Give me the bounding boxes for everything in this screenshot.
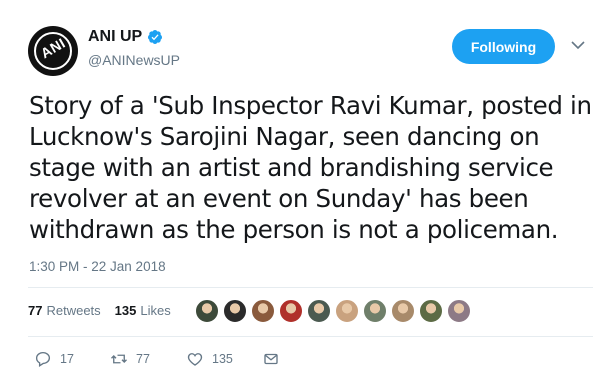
liker-avatar[interactable] bbox=[279, 299, 303, 323]
liker-avatars bbox=[195, 299, 475, 323]
heart-icon bbox=[187, 353, 203, 366]
handle[interactable]: @ANINewsUP bbox=[88, 52, 180, 68]
retweet-count: 77 bbox=[136, 352, 150, 366]
direct-message-button[interactable] bbox=[262, 350, 288, 368]
liker-avatar[interactable] bbox=[307, 299, 331, 323]
envelope-icon bbox=[264, 353, 278, 365]
liker-avatar[interactable] bbox=[447, 299, 471, 323]
retweets-label[interactable]: Retweets bbox=[46, 303, 100, 318]
liker-avatar[interactable] bbox=[223, 299, 247, 323]
reply-button[interactable]: 17 bbox=[34, 350, 84, 368]
timestamp[interactable]: 1:30 PM - 22 Jan 2018 bbox=[29, 259, 166, 274]
following-button[interactable]: Following bbox=[452, 29, 555, 64]
liker-avatar[interactable] bbox=[335, 299, 359, 323]
reply-icon bbox=[35, 351, 51, 367]
liker-avatar[interactable] bbox=[363, 299, 387, 323]
action-bar: 17 77 135 bbox=[34, 350, 314, 368]
avatar[interactable]: ANI bbox=[28, 26, 78, 76]
liker-avatar[interactable] bbox=[195, 299, 219, 323]
divider bbox=[28, 336, 593, 337]
verified-badge-icon bbox=[148, 30, 163, 44]
likes-count[interactable]: 135 bbox=[115, 303, 137, 318]
retweets-count[interactable]: 77 bbox=[28, 303, 42, 318]
liker-avatar[interactable] bbox=[391, 299, 415, 323]
liker-avatar[interactable] bbox=[251, 299, 275, 323]
likes-label[interactable]: Likes bbox=[140, 303, 170, 318]
retweet-button[interactable]: 77 bbox=[110, 350, 160, 368]
divider bbox=[28, 287, 593, 288]
like-button[interactable]: 135 bbox=[186, 350, 236, 368]
display-name[interactable]: ANI UP bbox=[88, 28, 142, 46]
name-row: ANI UP bbox=[88, 28, 163, 46]
retweet-icon bbox=[111, 354, 127, 364]
tweet-text: Story of a 'Sub Inspector Ravi Kumar, po… bbox=[29, 91, 592, 244]
like-count: 135 bbox=[212, 352, 233, 366]
chevron-down-icon[interactable] bbox=[571, 40, 585, 50]
tweet-stats: 77 Retweets 135 Likes bbox=[28, 303, 171, 318]
reply-count: 17 bbox=[60, 352, 74, 366]
liker-avatar[interactable] bbox=[419, 299, 443, 323]
